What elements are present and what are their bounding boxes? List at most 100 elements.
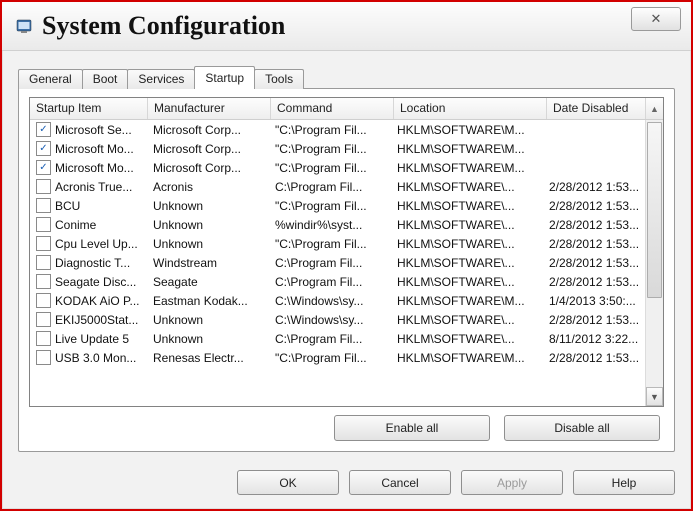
checkbox[interactable]: ✓ <box>36 160 51 175</box>
tabstrip: General Boot Services Startup Tools <box>18 65 675 88</box>
checkbox[interactable] <box>36 198 51 213</box>
cell-location: HKLM\SOFTWARE\... <box>391 218 543 232</box>
cell-item: Microsoft Mo... <box>55 161 134 175</box>
cell-command: "C:\Program Fil... <box>269 237 391 251</box>
tab-general[interactable]: General <box>18 69 83 89</box>
table-row[interactable]: BCUUnknown"C:\Program Fil...HKLM\SOFTWAR… <box>30 196 646 215</box>
cell-manufacturer: Acronis <box>147 180 269 194</box>
cell-command: %windir%\syst... <box>269 218 391 232</box>
cell-location: HKLM\SOFTWARE\M... <box>391 142 543 156</box>
cell-location: HKLM\SOFTWARE\M... <box>391 294 543 308</box>
table-row[interactable]: KODAK AiO P...Eastman Kodak...C:\Windows… <box>30 291 646 310</box>
cell-command: "C:\Program Fil... <box>269 161 391 175</box>
cell-date-disabled: 2/28/2012 1:53... <box>543 256 646 270</box>
tabpanel-startup: Startup Item Manufacturer Command Locati… <box>18 88 675 452</box>
cell-location: HKLM\SOFTWARE\... <box>391 180 543 194</box>
checkbox[interactable] <box>36 350 51 365</box>
tab-services[interactable]: Services <box>127 69 195 89</box>
checkbox[interactable] <box>36 331 51 346</box>
tab-boot[interactable]: Boot <box>82 69 129 89</box>
cell-date-disabled: 2/28/2012 1:53... <box>543 275 646 289</box>
cell-location: HKLM\SOFTWARE\M... <box>391 123 543 137</box>
col-manufacturer[interactable]: Manufacturer <box>148 98 271 119</box>
close-icon: ✕ <box>651 11 662 27</box>
table-row[interactable]: Conime Unknown%windir%\syst...HKLM\SOFTWA… <box>30 215 646 234</box>
cell-command: "C:\Program Fil... <box>269 351 391 365</box>
cell-manufacturer: Eastman Kodak... <box>147 294 269 308</box>
cell-item: Acronis True... <box>55 180 132 194</box>
cell-location: HKLM\SOFTWARE\... <box>391 275 543 289</box>
cell-manufacturer: Unknown <box>147 313 269 327</box>
checkbox[interactable]: ✓ <box>36 122 51 137</box>
table-row[interactable]: Acronis True...AcronisC:\Program Fil...H… <box>30 177 646 196</box>
tab-startup[interactable]: Startup <box>194 66 255 89</box>
table-row[interactable]: USB 3.0 Mon... Renesas Electr..."C:\Progr… <box>30 348 646 367</box>
cell-item: Seagate Disc... <box>55 275 136 289</box>
cell-manufacturer: Seagate <box>147 275 269 289</box>
scrollbar-thumb[interactable] <box>647 122 662 298</box>
ok-button[interactable]: OK <box>237 470 339 495</box>
table-row[interactable]: ✓ Microsoft Mo... Microsoft Corp..."C:\Pro… <box>30 158 646 177</box>
cell-location: HKLM\SOFTWARE\M... <box>391 351 543 365</box>
scroll-down-button[interactable]: ▼ <box>646 387 663 406</box>
cell-location: HKLM\SOFTWARE\... <box>391 332 543 346</box>
checkbox[interactable] <box>36 293 51 308</box>
cell-date-disabled: 2/28/2012 1:53... <box>543 313 646 327</box>
cancel-button[interactable]: Cancel <box>349 470 451 495</box>
scroll-up-header[interactable]: ▲ <box>645 98 663 119</box>
scrollbar-track[interactable] <box>646 120 663 387</box>
cell-location: HKLM\SOFTWARE\... <box>391 199 543 213</box>
table-row[interactable]: Cpu Level Up...Unknown"C:\Program Fil...… <box>30 234 646 253</box>
cell-command: "C:\Program Fil... <box>269 199 391 213</box>
col-command[interactable]: Command <box>271 98 394 119</box>
vertical-scrollbar[interactable]: ▼ <box>645 120 663 406</box>
table-row[interactable]: ✓Microsoft Mo...Microsoft Corp..."C:\Pro… <box>30 139 646 158</box>
table-row[interactable]: EKIJ5000Stat...UnknownC:\Windows\sy...HK… <box>30 310 646 329</box>
help-button[interactable]: Help <box>573 470 675 495</box>
cell-date-disabled: 1/4/2013 3:50:... <box>543 294 646 308</box>
window: System Configuration ✕ General Boot Serv… <box>2 2 691 509</box>
checkbox[interactable] <box>36 236 51 251</box>
cell-item: KODAK AiO P... <box>55 294 139 308</box>
table-row[interactable]: Diagnostic T...WindstreamC:\Program Fil.… <box>30 253 646 272</box>
cell-item: Live Update 5 <box>55 332 129 346</box>
table-row[interactable]: Live Update 5UnknownC:\Program Fil...HKL… <box>30 329 646 348</box>
col-location[interactable]: Location <box>394 98 547 119</box>
checkbox[interactable]: ✓ <box>36 141 51 156</box>
cell-item: Microsoft Se... <box>55 123 132 137</box>
cell-item: Conime <box>55 218 96 232</box>
close-button[interactable]: ✕ <box>631 7 681 31</box>
apply-button[interactable]: Apply <box>461 470 563 495</box>
titlebar: System Configuration ✕ <box>2 2 691 51</box>
col-startup-item[interactable]: Startup Item <box>30 98 148 119</box>
cell-date-disabled: 2/28/2012 1:53... <box>543 218 646 232</box>
listview-body: ✓Microsoft Se...Microsoft Corp..."C:\Pro… <box>30 120 663 406</box>
cell-manufacturer: Unknown <box>147 199 269 213</box>
table-row[interactable]: ✓Microsoft Se...Microsoft Corp..."C:\Pro… <box>30 120 646 139</box>
cell-manufacturer: Unknown <box>147 218 269 232</box>
cell-item: EKIJ5000Stat... <box>55 313 138 327</box>
cell-location: HKLM\SOFTWARE\... <box>391 237 543 251</box>
cell-item: Cpu Level Up... <box>55 237 138 251</box>
cell-command: "C:\Program Fil... <box>269 123 391 137</box>
disable-all-button[interactable]: Disable all <box>504 415 660 441</box>
enable-all-button[interactable]: Enable all <box>334 415 490 441</box>
col-date-disabled[interactable]: Date Disabled <box>547 98 645 119</box>
cell-manufacturer: Microsoft Corp... <box>147 161 269 175</box>
cell-manufacturer: Renesas Electr... <box>147 351 269 365</box>
table-row[interactable]: Seagate Disc...SeagateC:\Program Fil...H… <box>30 272 646 291</box>
cell-location: HKLM\SOFTWARE\M... <box>391 161 543 175</box>
tab-tools[interactable]: Tools <box>254 69 304 89</box>
cell-manufacturer: Windstream <box>147 256 269 270</box>
cell-item: USB 3.0 Mon... <box>55 351 136 365</box>
app-icon <box>16 18 32 34</box>
cell-command: C:\Program Fil... <box>269 332 391 346</box>
checkbox[interactable] <box>36 255 51 270</box>
cell-location: HKLM\SOFTWARE\... <box>391 313 543 327</box>
dialog-buttons: OK Cancel Apply Help <box>2 462 691 509</box>
checkbox[interactable] <box>36 179 51 194</box>
checkbox[interactable] <box>36 312 51 327</box>
cell-command: "C:\Program Fil... <box>269 142 391 156</box>
checkbox[interactable] <box>36 274 51 289</box>
checkbox[interactable] <box>36 217 51 232</box>
